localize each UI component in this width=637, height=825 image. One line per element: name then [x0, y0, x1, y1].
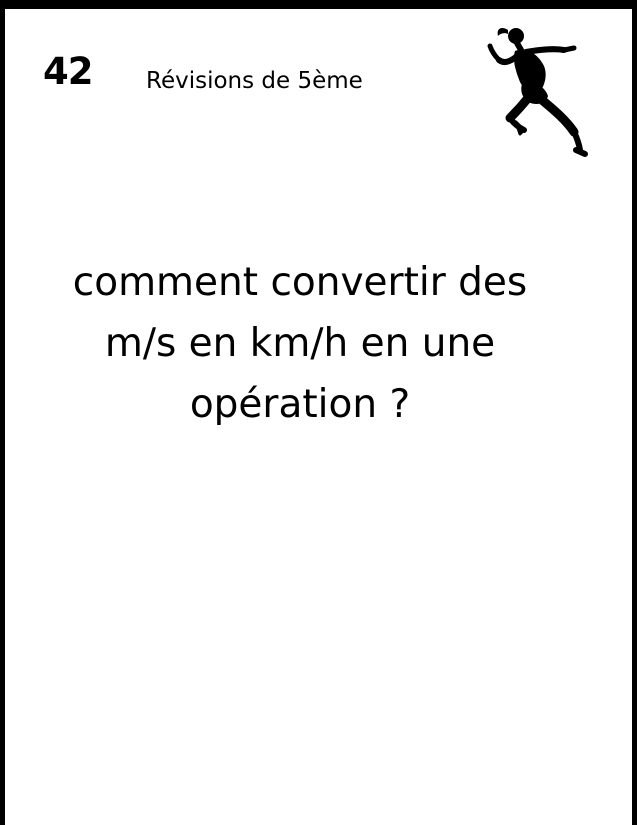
- flashcard: 42 Révisions de 5ème comment convertir d…: [0, 0, 637, 825]
- card-border-top: [0, 0, 637, 9]
- card-subtitle: Révisions de 5ème: [146, 68, 363, 94]
- card-border-left: [0, 0, 5, 825]
- runner-icon: [487, 28, 588, 157]
- question-text: comment convertir des m/s en km/h en une…: [72, 260, 528, 427]
- card-number: 42: [43, 50, 93, 93]
- card-border-right: [632, 0, 637, 825]
